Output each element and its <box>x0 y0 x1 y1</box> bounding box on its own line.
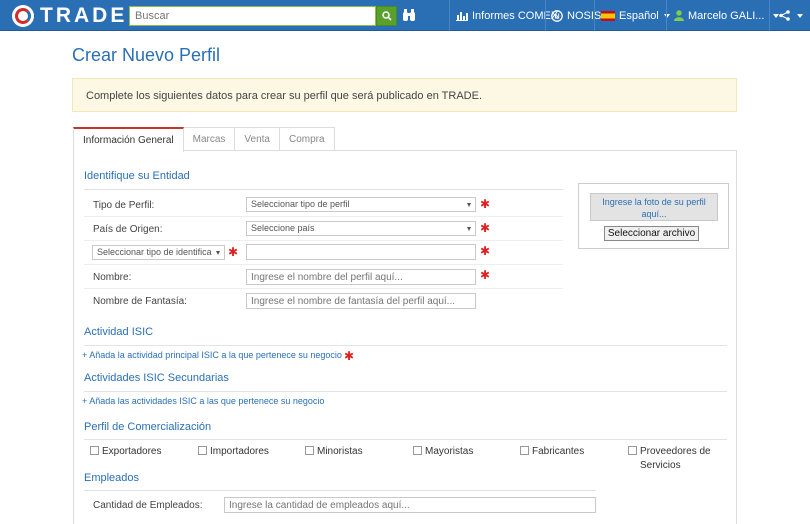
required-asterisk: ✱ <box>480 244 491 258</box>
page-title: Crear Nuevo Perfil <box>72 45 221 65</box>
search-input[interactable] <box>129 6 376 26</box>
required-asterisk: ✱ <box>480 268 491 282</box>
pais-origen-label: País de Origen: <box>93 224 163 235</box>
tab-marcas[interactable]: Marcas <box>182 127 236 151</box>
section-commercial-title: Perfil de Comercialización <box>84 421 212 433</box>
user-icon <box>674 10 684 21</box>
nombre-input[interactable] <box>246 269 476 285</box>
identificacion-input[interactable] <box>246 244 476 260</box>
checkbox-label: Importadores <box>210 446 269 457</box>
binoculars-icon[interactable] <box>402 8 416 22</box>
checkbox-importadores[interactable]: Importadores <box>198 445 269 459</box>
trade-logo[interactable]: TRADE <box>12 4 127 27</box>
tipo-perfil-label: Tipo de Perfil: <box>93 200 155 211</box>
nosis-icon: N <box>551 9 563 22</box>
checkbox-label: Mayoristas <box>425 446 474 457</box>
checkbox-label: Minoristas <box>317 446 363 457</box>
divider <box>84 240 563 241</box>
checkbox-exportadores[interactable]: Exportadores <box>90 445 161 459</box>
checkbox-box[interactable] <box>198 446 207 455</box>
divider <box>84 490 596 491</box>
checkbox-label: Fabricantes <box>532 446 585 457</box>
checkbox-box[interactable] <box>90 446 99 455</box>
required-asterisk: ✱ <box>480 221 491 235</box>
tab-venta[interactable]: Venta <box>234 127 280 151</box>
nombre-label: Nombre: <box>93 272 132 283</box>
fantasia-label: Nombre de Fantasía: <box>93 296 187 307</box>
divider <box>84 345 727 346</box>
spain-flag-icon <box>601 10 615 21</box>
required-asterisk: ✱ <box>228 245 239 259</box>
required-asterisk: ✱ <box>344 349 355 363</box>
tab-compra[interactable]: Compra <box>279 127 335 151</box>
info-alert: Complete los siguientes datos para crear… <box>72 78 737 112</box>
divider <box>84 288 563 289</box>
checkbox-label: Proveedores de Servicios <box>640 446 711 471</box>
share-icon <box>779 10 790 21</box>
checkbox-mayoristas[interactable]: Mayoristas <box>413 445 473 459</box>
divider <box>84 439 727 440</box>
tipo-identificacion-select[interactable]: Seleccionar tipo de identifica <box>92 245 225 260</box>
tab-informacion-general[interactable]: Información General <box>73 127 184 152</box>
svg-text:N: N <box>554 13 559 20</box>
nav-nosis-label: NOSIS <box>567 9 602 22</box>
checkbox-label: Exportadores <box>102 446 162 457</box>
add-isic-secondary-link[interactable]: + Añada las actividades ISIC a las que p… <box>82 396 324 406</box>
section-isic-secondary-title: Actividades ISIC Secundarias <box>84 372 229 384</box>
checkbox-box[interactable] <box>413 446 422 455</box>
top-navbar: TRADE Informes COMEX N NOSIS Español Mar… <box>0 0 810 31</box>
section-employees-title: Empleados <box>84 472 140 484</box>
checkbox-proveedores-servicios[interactable]: Proveedores de Servicios <box>628 445 720 473</box>
employees-input[interactable] <box>224 497 596 513</box>
checkbox-box[interactable] <box>305 446 314 455</box>
tab-bar: Información General Marcas Venta Compra <box>73 127 335 152</box>
fantasia-input[interactable] <box>246 293 476 309</box>
tipo-perfil-select[interactable]: Seleccionar tipo de perfil <box>246 197 476 212</box>
user-menu[interactable]: Marcelo GALI... <box>674 0 780 31</box>
nav-informes-comex[interactable]: Informes COMEX <box>456 0 558 31</box>
chevron-down-icon <box>797 13 803 18</box>
add-isic-principal-link[interactable]: + Añada la actividad principal ISIC a la… <box>82 350 342 360</box>
required-asterisk: ✱ <box>480 197 491 211</box>
language-label: Español <box>619 9 659 22</box>
checkbox-fabricantes[interactable]: Fabricantes <box>520 445 584 459</box>
user-name: Marcelo GALI... <box>688 9 765 22</box>
divider <box>84 189 563 190</box>
employees-label: Cantidad de Empleados: <box>93 500 203 511</box>
search-icon <box>381 11 392 21</box>
checkbox-minoristas[interactable]: Minoristas <box>305 445 363 459</box>
section-entity-title: Identifique su Entidad <box>84 170 190 182</box>
pais-origen-select[interactable]: Seleccione país <box>246 221 476 236</box>
bar-chart-icon <box>456 12 468 21</box>
checkbox-box[interactable] <box>628 446 637 455</box>
divider <box>84 264 563 265</box>
section-isic-title: Actividad ISIC <box>84 326 154 338</box>
checkbox-box[interactable] <box>520 446 529 455</box>
select-file-button[interactable]: Seleccionar archivo <box>604 226 699 241</box>
language-dropdown[interactable]: Español <box>601 0 670 31</box>
logo-text: TRADE <box>40 3 128 27</box>
search-button[interactable] <box>376 6 397 26</box>
share-menu[interactable] <box>779 0 803 31</box>
divider <box>84 216 563 217</box>
photo-upload-button[interactable]: Ingrese la foto de su perfil aquí... <box>590 193 718 221</box>
logo-icon <box>12 4 34 27</box>
divider <box>84 391 727 392</box>
